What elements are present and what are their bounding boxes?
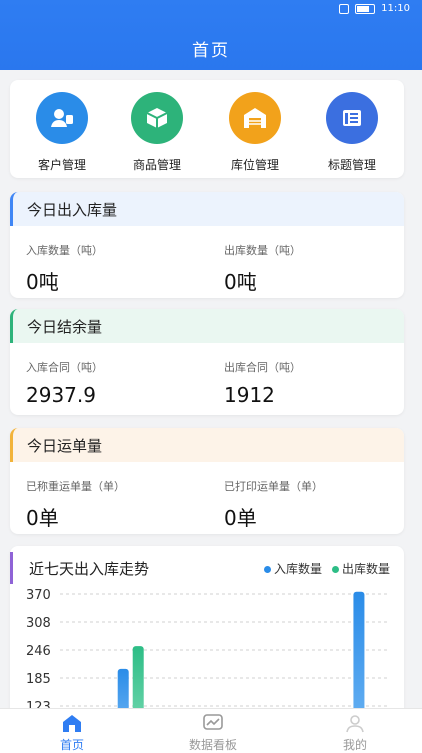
inout-out-label: 出库数量（吨） <box>224 244 301 257</box>
y-tick-label: 246 <box>26 644 51 659</box>
waybill-printed-block: 已打印运单量（单） 0单 <box>224 478 323 531</box>
quick-action-label: 标题管理 <box>327 158 376 172</box>
trend-chart-title: 近七天出入库走势 <box>10 552 149 584</box>
warehouse-icon <box>229 92 281 144</box>
quick-action-label: 商品管理 <box>132 158 181 172</box>
list-card-icon <box>326 92 378 144</box>
legend-item-in[interactable]: 入库数量 <box>263 560 322 577</box>
waybill-printed-label: 已打印运单量（单） <box>224 480 323 493</box>
tab-profile-label: 我的 <box>342 738 367 752</box>
chart-legend: 入库数量 出库数量 <box>263 560 390 577</box>
legend-label-out: 出库数量 <box>341 562 390 576</box>
quick-action-product[interactable]: 商品管理 <box>117 92 197 173</box>
inout-in-value: 0吨 <box>26 270 59 294</box>
customer-icon <box>36 92 88 144</box>
page-title: 首页 <box>192 41 230 61</box>
balance-in-block: 入库合同（吨） 2937.9 <box>26 359 103 407</box>
today-waybill-card: 今日运单量 已称重运单量（单） 0单 已打印运单量（单） 0单 <box>10 428 404 534</box>
status-bar: 11:10 <box>339 3 410 14</box>
today-waybill-title: 今日运单量 <box>10 428 404 462</box>
today-balance-title: 今日结余量 <box>10 309 404 343</box>
status-time: 11:10 <box>381 3 410 14</box>
y-tick-label: 308 <box>26 616 51 631</box>
inout-in-block: 入库数量（吨） 0吨 <box>26 242 103 295</box>
balance-out-block: 出库合同（吨） 1912 <box>224 359 301 407</box>
vibrate-icon <box>339 3 350 14</box>
quick-action-customer[interactable]: 客户管理 <box>22 92 102 173</box>
tab-profile[interactable]: 我的 <box>310 713 400 753</box>
today-inout-title: 今日出入库量 <box>10 192 404 226</box>
bottom-tab-bar: 首页 数据看板 我的 <box>0 708 422 753</box>
balance-out-value: 1912 <box>224 383 275 407</box>
tab-home-label: 首页 <box>59 738 84 752</box>
today-balance-card: 今日结余量 入库合同（吨） 2937.9 出库合同（吨） 1912 <box>10 309 404 415</box>
legend-item-out[interactable]: 出库数量 <box>331 560 390 577</box>
tab-dashboard-label: 数据看板 <box>188 738 237 752</box>
waybill-weighed-value: 0单 <box>26 506 59 530</box>
inout-out-value: 0吨 <box>224 270 257 294</box>
legend-dot-in <box>263 566 271 573</box>
y-tick-label: 370 <box>26 588 51 603</box>
legend-dot-out <box>331 566 339 573</box>
quick-action-label: 客户管理 <box>37 158 86 172</box>
quick-action-label: 库位管理 <box>230 158 279 172</box>
trend-chart: 370308246185123 <box>26 588 390 716</box>
legend-label-in: 入库数量 <box>273 562 322 576</box>
waybill-weighed-block: 已称重运单量（单） 0单 <box>26 478 125 531</box>
chart-bar-out[interactable] <box>132 646 144 716</box>
inout-in-label: 入库数量（吨） <box>26 244 103 257</box>
tab-home[interactable]: 首页 <box>27 713 117 753</box>
today-inout-card: 今日出入库量 入库数量（吨） 0吨 出库数量（吨） 0吨 <box>10 192 404 298</box>
dashboard-chart-icon <box>203 714 223 730</box>
balance-out-label: 出库合同（吨） <box>224 361 301 374</box>
trend-chart-card: 近七天出入库走势 入库数量 出库数量 370308246185123 <box>10 546 404 716</box>
battery-icon <box>355 3 376 14</box>
quick-actions-card: 客户管理 商品管理 库位管理 标题管理 <box>10 80 404 178</box>
quick-action-title[interactable]: 标题管理 <box>312 92 392 173</box>
product-box-icon <box>131 92 183 144</box>
profile-icon <box>346 715 364 733</box>
y-tick-label: 185 <box>26 672 51 687</box>
tab-dashboard[interactable]: 数据看板 <box>168 713 258 753</box>
balance-in-label: 入库合同（吨） <box>26 361 103 374</box>
home-icon <box>63 715 81 732</box>
balance-in-value: 2937.9 <box>26 383 96 407</box>
waybill-weighed-label: 已称重运单量（单） <box>26 480 125 493</box>
quick-action-warehouse[interactable]: 库位管理 <box>215 92 295 173</box>
inout-out-block: 出库数量（吨） 0吨 <box>224 242 301 295</box>
chart-bar-in[interactable] <box>353 591 365 716</box>
waybill-printed-value: 0单 <box>224 506 257 530</box>
app-header: 11:10 首页 <box>0 0 422 70</box>
